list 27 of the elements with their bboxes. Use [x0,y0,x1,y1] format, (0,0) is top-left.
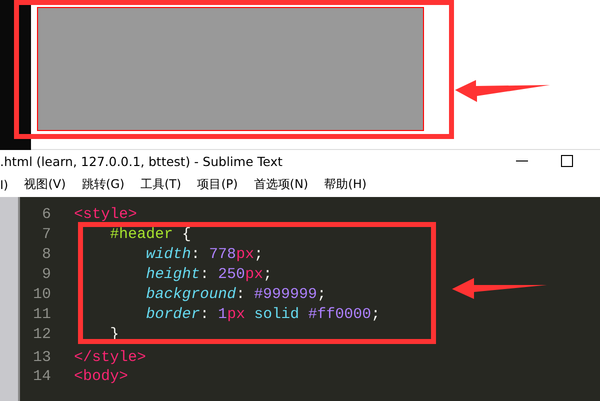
menu-item[interactable]: 项目(P) [197,176,238,193]
code-line: #header { [110,226,192,242]
code-line: </style> [74,348,146,366]
code-line: background: #999999; [146,286,326,302]
menu-item[interactable]: 工具(T) [140,176,182,193]
menu-item[interactable]: 帮助(H) [324,176,367,193]
menu-item[interactable]: 跳转(G) [82,176,124,193]
menu-item[interactable]: 视图(V) [24,176,66,193]
line-number: 11 [32,306,51,322]
menu-item[interactable]: I) [0,178,8,192]
code-line: border: 1px solid #ff0000; [146,306,380,322]
window-title: .html (learn, 127.0.0.1, bttest) - Sublime Text [0,154,283,168]
maximize-icon[interactable] [559,153,575,169]
line-number: 10 [32,286,51,302]
line-number: 8 [40,246,51,262]
code-line: height: 250px; [146,266,272,282]
line-number: 13 [32,348,51,366]
line-number: 12 [32,326,51,342]
line-number: 7 [40,226,51,242]
arrow-icon [455,79,551,103]
line-number: 9 [40,266,51,282]
line-number: 6 [40,206,51,222]
code-line: <style> [74,206,138,222]
code-line: width: 778px; [146,246,264,262]
menu-item[interactable]: 首选项(N) [254,176,308,193]
code-line: <body> [74,368,128,384]
line-number: 14 [32,368,51,384]
